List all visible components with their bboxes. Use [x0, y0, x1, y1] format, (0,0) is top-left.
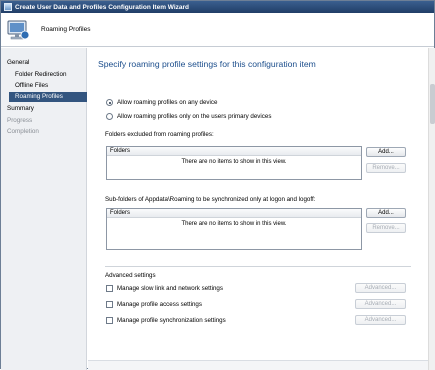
- nav-item-general[interactable]: General: [7, 58, 85, 68]
- title-bar: Create User Data and Profiles Configurat…: [1, 1, 434, 13]
- profile-sync-settings-label: Manage profile synchronization settings: [117, 317, 226, 324]
- page-title: Specify roaming profile settings for thi…: [98, 59, 316, 69]
- nav-item-completion: Completion: [7, 128, 39, 135]
- allow-any-device-option[interactable]: Allow roaming profiles on any device: [106, 99, 217, 106]
- nav-item-folder-redirection[interactable]: Folder Redirection: [15, 70, 85, 80]
- excluded-folders-list[interactable]: Folders There are no items to show in th…: [106, 146, 362, 180]
- checkbox[interactable]: [106, 317, 113, 324]
- radio-button[interactable]: [106, 113, 113, 120]
- subfolders-list[interactable]: Folders There are no items to show in th…: [106, 208, 362, 250]
- profile-access-settings-option[interactable]: Manage profile access settings: [106, 301, 202, 308]
- radio-button[interactable]: [106, 99, 113, 106]
- scrollbar-thumb[interactable]: [430, 84, 435, 124]
- profile-access-settings-label: Manage profile access settings: [117, 301, 202, 308]
- slow-link-settings-label: Manage slow link and network settings: [117, 285, 223, 292]
- slow-link-settings-option[interactable]: Manage slow link and network settings: [106, 285, 223, 292]
- folders-column-header[interactable]: Folders: [107, 209, 361, 218]
- slow-link-advanced-button[interactable]: Advanced...: [355, 283, 406, 293]
- allow-primary-devices-option[interactable]: Allow roaming profiles only on the users…: [106, 113, 271, 120]
- empty-list-message: There are no items to show in this view.: [181, 221, 287, 227]
- nav-item-summary[interactable]: Summary: [7, 104, 85, 114]
- remove-excluded-folder-button[interactable]: Remove...: [366, 163, 406, 173]
- nav-item-progress: Progress: [7, 117, 33, 124]
- empty-list-message: There are no items to show in this view.: [181, 159, 287, 165]
- nav-item-offline-files[interactable]: Offline Files: [15, 81, 85, 91]
- checkbox[interactable]: [106, 285, 113, 292]
- allow-primary-devices-label: Allow roaming profiles only on the users…: [117, 113, 272, 120]
- computer-icon: [7, 20, 30, 40]
- page-header-title: Roaming Profiles: [41, 26, 91, 33]
- allow-any-device-label: Allow roaming profiles on any device: [117, 99, 218, 106]
- excluded-folders-label: Folders excluded from roaming profiles:: [105, 131, 214, 138]
- window-icon: [4, 3, 12, 11]
- add-subfolder-button[interactable]: Add...: [366, 208, 406, 218]
- wizard-window: Create User Data and Profiles Configurat…: [0, 0, 435, 370]
- roaming-profile-settings-panel: Specify roaming profile settings for thi…: [88, 48, 428, 370]
- vertical-scrollbar[interactable]: [428, 48, 435, 370]
- checkbox[interactable]: [106, 301, 113, 308]
- advanced-settings-label: Advanced settings: [105, 272, 156, 279]
- profile-sync-advanced-button[interactable]: Advanced...: [355, 315, 406, 325]
- folders-column-header[interactable]: Folders: [107, 147, 361, 156]
- section-separator: [105, 266, 411, 267]
- profile-access-advanced-button[interactable]: Advanced...: [355, 299, 406, 309]
- wizard-header: Roaming Profiles: [1, 13, 434, 47]
- subfolders-label: Sub-folders of Appdata\Roaming to be syn…: [105, 196, 316, 203]
- window-title: Create User Data and Profiles Configurat…: [15, 3, 190, 11]
- profile-sync-settings-option[interactable]: Manage profile synchronization settings: [106, 317, 226, 324]
- wizard-navigation: General Folder Redirection Offline Files…: [1, 48, 87, 370]
- add-excluded-folder-button[interactable]: Add...: [366, 147, 406, 157]
- remove-subfolder-button[interactable]: Remove...: [366, 223, 406, 233]
- nav-item-roaming-profiles[interactable]: Roaming Profiles: [9, 92, 87, 102]
